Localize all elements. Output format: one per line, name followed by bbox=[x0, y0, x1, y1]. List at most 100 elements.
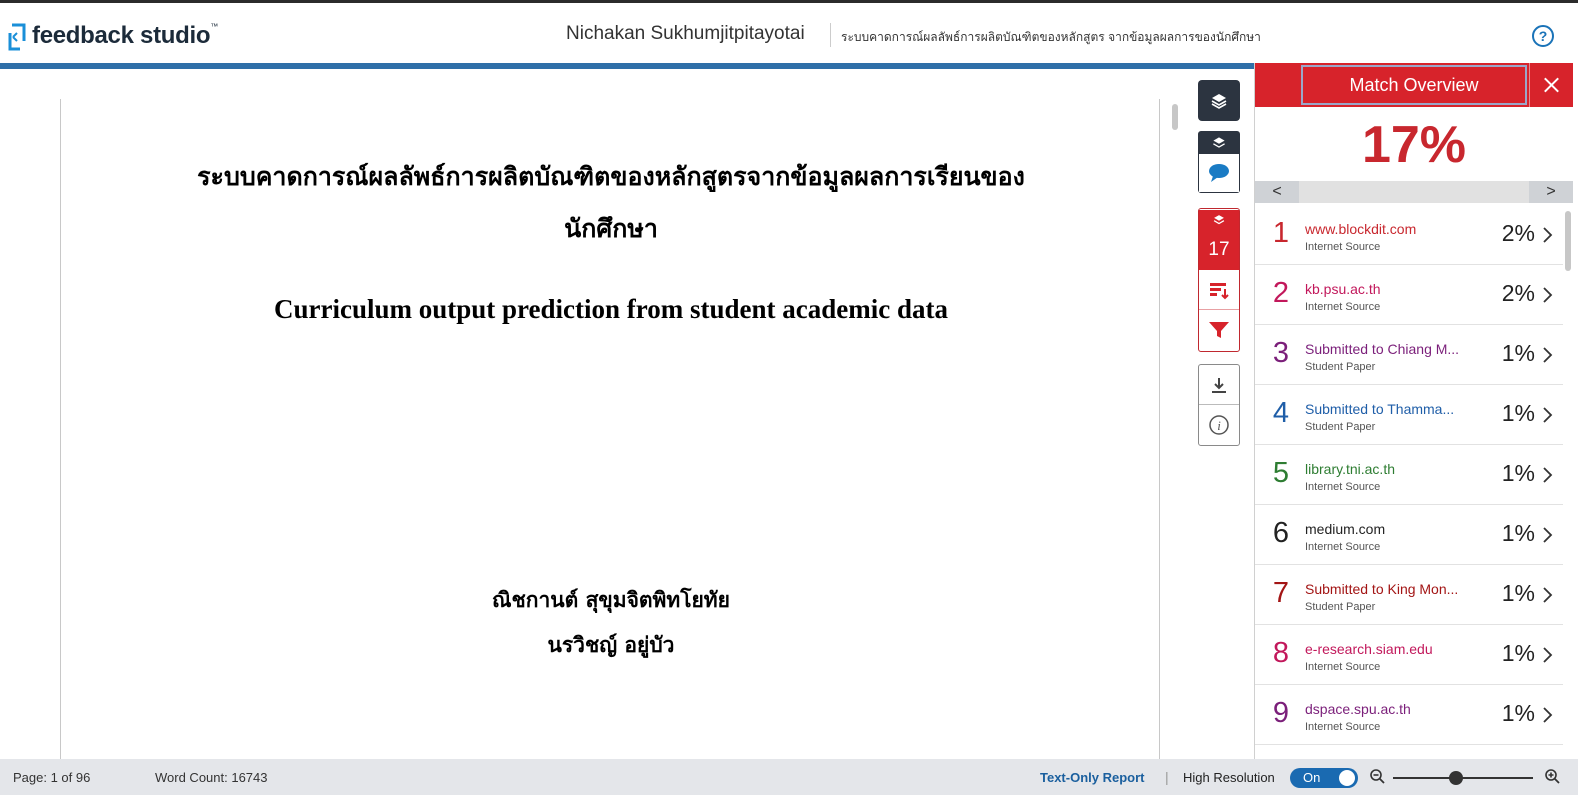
chevron-right-icon[interactable] bbox=[1541, 225, 1553, 245]
next-page-button[interactable]: > bbox=[1529, 181, 1573, 203]
source-name: kb.psu.ac.th bbox=[1305, 281, 1381, 297]
source-pager: < > bbox=[1255, 181, 1573, 203]
source-percentage: 1% bbox=[1501, 700, 1535, 726]
scroll-thumb[interactable] bbox=[1565, 211, 1571, 271]
author-name: Nichakan Sukhumjitpitayotai bbox=[566, 23, 805, 44]
match-source-row[interactable]: 3 Submitted to Chiang M... Student Paper 1% bbox=[1255, 325, 1563, 385]
header-divider bbox=[830, 23, 831, 47]
layers-icon bbox=[1213, 137, 1225, 148]
prev-page-button[interactable]: < bbox=[1255, 181, 1299, 203]
source-percentage: 1% bbox=[1501, 580, 1535, 606]
comment-tool[interactable] bbox=[1199, 154, 1239, 192]
match-source-row[interactable]: 4 Submitted to Thamma... Student Paper 1% bbox=[1255, 385, 1563, 445]
chevron-right-icon[interactable] bbox=[1541, 465, 1553, 485]
match-overview-panel: Match Overview 17% < > 1 www.blockdit.com… bbox=[1254, 63, 1573, 759]
source-type: Internet Source bbox=[1305, 481, 1381, 493]
zoom-in-icon[interactable] bbox=[1544, 768, 1560, 786]
source-percentage: 1% bbox=[1501, 640, 1535, 666]
source-number: 6 bbox=[1272, 517, 1290, 549]
filter-icon bbox=[1209, 322, 1229, 338]
document-viewer: ระบบคาดการณ์ผลลัพธ์การผลิตบัณฑิตของหลักส… bbox=[0, 69, 1186, 759]
chevron-right-icon[interactable] bbox=[1541, 705, 1553, 725]
source-type: Internet Source bbox=[1305, 241, 1381, 253]
source-name: Submitted to King Mon... bbox=[1305, 581, 1459, 597]
document-page: ระบบคาดการณ์ผลลัพธ์การผลิตบัณฑิตของหลักส… bbox=[60, 99, 1160, 759]
panel-scrollbar[interactable] bbox=[1563, 205, 1573, 759]
chevron-right-icon[interactable] bbox=[1541, 585, 1553, 605]
toggle-label: On bbox=[1303, 770, 1321, 785]
source-type: Internet Source bbox=[1305, 541, 1381, 553]
chevron-right-icon[interactable] bbox=[1541, 525, 1553, 545]
source-name: e-research.siam.edu bbox=[1305, 641, 1433, 657]
match-source-row[interactable]: 7 Submitted to King Mon... Student Paper 1% bbox=[1255, 565, 1563, 625]
download-button[interactable] bbox=[1199, 365, 1239, 405]
source-type: Internet Source bbox=[1305, 301, 1381, 313]
source-number: 1 bbox=[1272, 217, 1290, 249]
feedback-layer-header bbox=[1199, 132, 1239, 154]
source-name: Submitted to Thamma... bbox=[1305, 401, 1455, 417]
logo-icon bbox=[8, 21, 28, 51]
filter-button[interactable] bbox=[1199, 310, 1239, 350]
speech-bubble-icon bbox=[1209, 164, 1229, 182]
match-source-row[interactable]: 6 medium.com Internet Source 1% bbox=[1255, 505, 1563, 565]
match-source-row[interactable]: 9 dspace.spu.ac.th Internet Source 1% bbox=[1255, 685, 1563, 745]
document-scrollbar[interactable] bbox=[1168, 100, 1182, 755]
source-name: dspace.spu.ac.th bbox=[1305, 701, 1411, 717]
help-button[interactable]: ? bbox=[1532, 25, 1554, 47]
source-number: 3 bbox=[1272, 337, 1290, 369]
thai-title-line-2: นักศึกษา bbox=[564, 214, 658, 243]
sort-matches-button[interactable] bbox=[1199, 270, 1239, 310]
feedback-studio-logo[interactable]: feedback studio™ bbox=[8, 21, 218, 51]
chevron-right-icon[interactable] bbox=[1541, 405, 1553, 425]
panel-title[interactable]: Match Overview bbox=[1301, 65, 1527, 105]
page-indicator: Page: 1 of 96 bbox=[13, 770, 91, 785]
zoom-slider-handle[interactable] bbox=[1449, 771, 1463, 785]
download-info-group: i bbox=[1198, 364, 1240, 446]
match-source-row[interactable]: 5 library.tni.ac.th Internet Source 1% bbox=[1255, 445, 1563, 505]
match-source-row[interactable]: 8 e-research.siam.edu Internet Source 1% bbox=[1255, 625, 1563, 685]
source-percentage: 1% bbox=[1501, 520, 1535, 546]
source-number: 8 bbox=[1272, 637, 1290, 669]
source-type: Student Paper bbox=[1305, 601, 1376, 613]
similarity-score: 17% bbox=[1361, 116, 1467, 174]
similarity-layer-header bbox=[1199, 210, 1239, 230]
source-type: Internet Source bbox=[1305, 661, 1381, 673]
chevron-right-icon[interactable] bbox=[1541, 345, 1553, 365]
info-button[interactable]: i bbox=[1199, 405, 1239, 445]
scroll-thumb[interactable] bbox=[1172, 104, 1178, 130]
high-resolution-toggle[interactable]: On bbox=[1290, 768, 1358, 788]
source-name: www.blockdit.com bbox=[1305, 221, 1417, 237]
source-type: Internet Source bbox=[1305, 721, 1381, 733]
status-divider: | bbox=[1165, 769, 1169, 785]
match-source-row[interactable]: 1 www.blockdit.com Internet Source 2% bbox=[1255, 205, 1563, 265]
layers-icon bbox=[1213, 215, 1225, 225]
match-count-badge[interactable]: 17 bbox=[1199, 230, 1239, 270]
thai-title-line-1: ระบบคาดการณ์ผลลัพธ์การผลิตบัณฑิตของหลักส… bbox=[197, 162, 1025, 191]
feedback-layer-group[interactable] bbox=[1198, 131, 1240, 193]
document-author-1: ณิชกานต์ สุขุมจิตพิทโยทัย bbox=[492, 587, 730, 612]
status-bar: Page: 1 of 96 Word Count: 16743 Text-Onl… bbox=[0, 759, 1578, 795]
source-percentage: 1% bbox=[1501, 340, 1535, 366]
word-count: Word Count: 16743 bbox=[155, 770, 268, 785]
layers-button[interactable] bbox=[1198, 80, 1240, 121]
english-title: Curriculum output prediction from studen… bbox=[274, 294, 948, 324]
download-icon bbox=[1212, 377, 1226, 393]
layers-icon bbox=[1211, 93, 1227, 109]
chevron-right-icon[interactable] bbox=[1541, 285, 1553, 305]
similarity-layer-group[interactable]: 17 bbox=[1198, 208, 1240, 352]
zoom-slider-track[interactable] bbox=[1393, 777, 1533, 779]
source-type: Student Paper bbox=[1305, 421, 1376, 433]
source-percentage: 2% bbox=[1501, 220, 1535, 246]
source-percentage: 1% bbox=[1501, 460, 1535, 486]
source-number: 5 bbox=[1272, 457, 1290, 489]
sort-icon bbox=[1210, 282, 1229, 299]
source-name: Submitted to Chiang M... bbox=[1305, 341, 1460, 357]
panel-header: Match Overview bbox=[1255, 63, 1573, 107]
close-icon[interactable] bbox=[1529, 63, 1573, 107]
zoom-out-icon[interactable] bbox=[1369, 768, 1385, 786]
text-only-report-link[interactable]: Text-Only Report bbox=[1040, 770, 1145, 785]
match-source-row[interactable]: 2 kb.psu.ac.th Internet Source 2% bbox=[1255, 265, 1563, 325]
toggle-knob bbox=[1339, 770, 1355, 786]
chevron-right-icon[interactable] bbox=[1541, 645, 1553, 665]
app-header: feedback studio™ Nichakan Sukhumjitpitay… bbox=[0, 0, 1578, 66]
